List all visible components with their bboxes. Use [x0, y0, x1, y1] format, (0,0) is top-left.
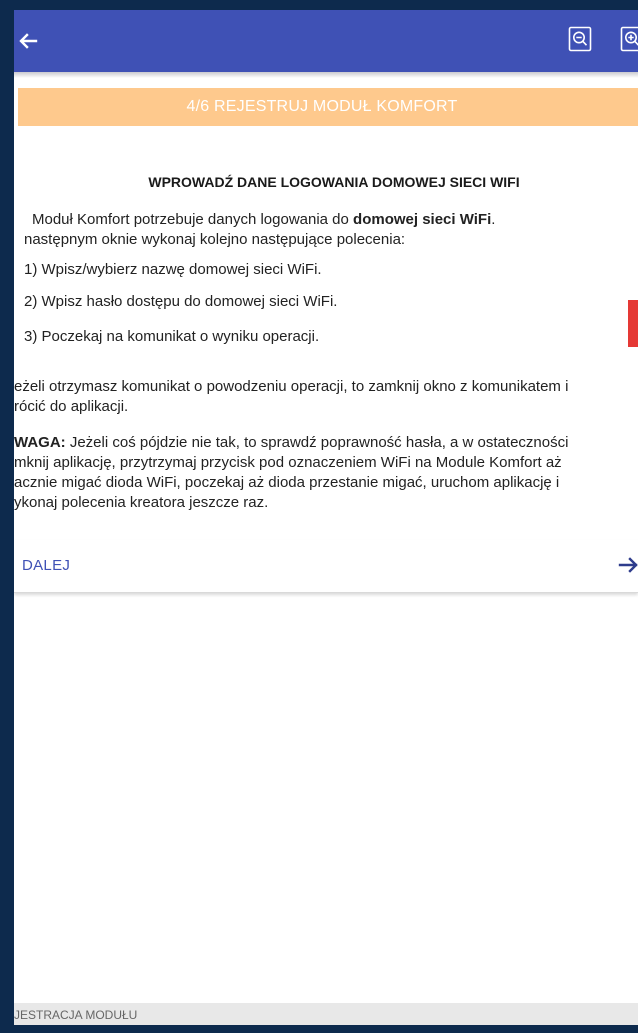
step-item: 3) Poczekaj na komunikat o wyniku operac…	[24, 328, 320, 345]
step-banner-label: 4/6 REJESTRUJ MODUŁ KOMFORT	[186, 98, 458, 115]
page-heading: WPROWADŹ DANE LOGOWANIA DOMOWEJ SIECI WI…	[148, 174, 520, 190]
step-banner: 4/6 REJESTRUJ MODUŁ KOMFORT	[18, 88, 638, 126]
step-item: 1) Wpisz/wybierz nazwę domowej sieci WiF…	[24, 261, 322, 278]
window-frame-left	[0, 0, 14, 1033]
arrow-left-icon	[19, 33, 38, 49]
zoom-out-button[interactable]	[568, 26, 592, 52]
intro-line-2: następnym oknie wykonaj kolejno następuj…	[24, 231, 406, 248]
next-button-label: DALEJ	[22, 557, 71, 574]
warning-line-3: acznie migać dioda WiFi, poczekaj aż dio…	[14, 474, 560, 491]
bottom-status-bar: JESTRACJA MODUŁU	[14, 1003, 638, 1025]
warning-line-2: mknij aplikację, przytrzymaj przycisk po…	[14, 454, 562, 471]
app-screen: 4/6 REJESTRUJ MODUŁ KOMFORT WPROWADŹ DAN…	[14, 10, 638, 1025]
arrow-right-icon	[618, 557, 638, 573]
back-button[interactable]	[16, 27, 44, 55]
window-frame-top	[0, 0, 638, 10]
warning-line-1: WAGA: Jeżeli coś pójdzie nie tak, to spr…	[14, 434, 568, 452]
footer-label: JESTRACJA MODUŁU	[14, 1008, 138, 1022]
intro-text: Moduł Komfort potrzebuje danych logowani…	[32, 211, 354, 228]
intro-text-end: .	[491, 211, 496, 228]
intro-line-1: Moduł Komfort potrzebuje danych logowani…	[32, 211, 495, 229]
app-bar-shadow	[14, 72, 638, 78]
zoom-in-icon	[620, 26, 638, 52]
warning-label: WAGA:	[14, 434, 66, 451]
success-line-1: eżeli otrzymasz komunikat o powodzeniu o…	[14, 378, 569, 395]
warning-line-4: ykonaj polecenia kreatora jeszcze raz.	[14, 494, 269, 511]
intro-bold-text: domowej sieci WiFi	[353, 211, 492, 228]
warning-text: Jeżeli coś pójdzie nie tak, to sprawdź p…	[65, 434, 569, 451]
app-bar	[14, 10, 638, 72]
success-line-2: rócić do aplikacji.	[14, 398, 129, 415]
side-tab[interactable]	[628, 300, 638, 347]
window-frame-bottom	[0, 1025, 638, 1033]
zoom-in-button[interactable]	[620, 26, 638, 52]
zoom-out-icon	[568, 26, 592, 52]
next-button[interactable]: DALEJ	[14, 540, 638, 593]
step-item: 2) Wpisz hasło dostępu do domowej sieci …	[24, 293, 338, 310]
